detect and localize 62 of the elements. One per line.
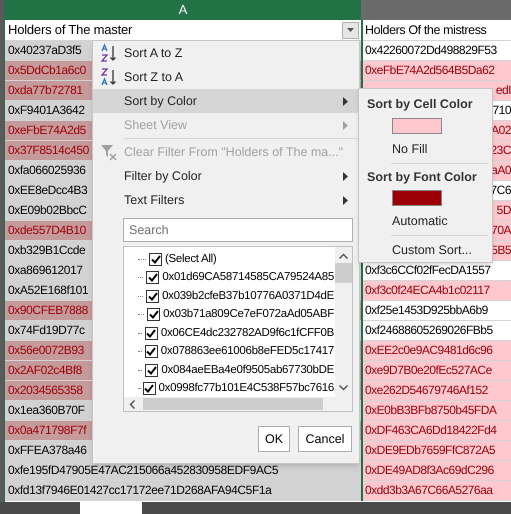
submenu-arrow-icon bbox=[343, 120, 349, 130]
column-heading: Holders of The master bbox=[8, 21, 134, 40]
vertical-scrollbar[interactable] bbox=[335, 247, 352, 397]
search-input[interactable]: Search bbox=[129, 220, 347, 240]
scroll-left-icon[interactable] bbox=[129, 400, 135, 408]
color-swatch[interactable] bbox=[392, 190, 442, 206]
table-cell: 0xdd3b3A67C66A5276aa bbox=[363, 481, 511, 501]
checkbox[interactable] bbox=[144, 345, 158, 358]
check-icon bbox=[146, 328, 156, 338]
scroll-down-icon[interactable] bbox=[339, 385, 348, 391]
table-cell: 0xDE49AD8f3Ac69dC296 bbox=[363, 461, 511, 481]
check-icon bbox=[150, 254, 160, 264]
checkbox[interactable] bbox=[144, 326, 158, 340]
submenu-arrow-icon bbox=[343, 196, 349, 204]
filter-checkbox-item[interactable]: 0x078863ee61006b8eFED5c17417 bbox=[138, 342, 334, 361]
dialog-button[interactable]: Cancel bbox=[298, 426, 352, 452]
table-cell: 0xEE2c0e9AC9481d6c96 bbox=[363, 341, 511, 361]
check-icon bbox=[144, 384, 154, 394]
tree-connector bbox=[138, 258, 146, 260]
check-icon bbox=[148, 310, 159, 320]
table-cell: 0xDF463CA6Dd18422Fd4 bbox=[363, 421, 511, 441]
tree-connector bbox=[138, 370, 142, 371]
filter-checkbox-item[interactable]: 0x03b71a809Ce7eF072aAd05ABF bbox=[138, 306, 334, 324]
menu-item[interactable]: Sort by Color bbox=[93, 89, 359, 113]
sort-ascending-icon bbox=[98, 43, 118, 63]
tree-connector bbox=[138, 296, 144, 297]
horizontal-scrollbar[interactable] bbox=[124, 397, 352, 411]
checkbox[interactable] bbox=[142, 382, 156, 396]
dialog-button[interactable]: OK bbox=[258, 426, 290, 452]
filter-dropdown-button[interactable] bbox=[342, 22, 359, 38]
table-cell: 0xf3c0f24ECA4b1c02117 bbox=[363, 281, 511, 301]
tree-connector bbox=[138, 314, 144, 316]
scrollbar-thumb[interactable] bbox=[335, 263, 352, 283]
checkbox[interactable] bbox=[145, 364, 158, 377]
scroll-up-icon[interactable] bbox=[339, 253, 348, 259]
submenu-arrow-icon bbox=[343, 172, 349, 180]
check-icon bbox=[146, 366, 157, 375]
column-header[interactable]: A bbox=[5, 0, 361, 20]
tree-connector bbox=[138, 332, 142, 334]
check-icon bbox=[148, 273, 158, 282]
checkbox[interactable] bbox=[146, 271, 160, 284]
search-field[interactable]: Search bbox=[123, 218, 353, 242]
check-icon bbox=[148, 292, 158, 301]
clear-filter-icon bbox=[100, 143, 118, 161]
table-cell: 0xeFbE74A2d564B5Da62 bbox=[363, 61, 511, 81]
checkbox[interactable] bbox=[149, 252, 162, 266]
table-cell: 0xDE9EDb7659FfC872A5 bbox=[363, 441, 511, 461]
filter-checkbox-item[interactable]: 0x06CE4dc232782AD9f6c1fCFF0B bbox=[138, 324, 334, 342]
filter-checkbox-item[interactable]: 0x084aeEBa4e0f9505ab67730bDE bbox=[138, 361, 334, 380]
caret-icon bbox=[347, 28, 354, 32]
table-cell: 0xe262D54679746Af152 bbox=[363, 381, 511, 401]
scrollbar-thumb[interactable] bbox=[143, 398, 323, 410]
table-cell: 0xe9D7B0e20fEc527ACe bbox=[363, 361, 511, 381]
submenu-arrow-icon bbox=[343, 96, 349, 106]
color-swatch[interactable] bbox=[392, 118, 442, 134]
sort-descending-icon bbox=[98, 67, 118, 87]
check-icon bbox=[146, 347, 156, 356]
table-cell: 0xE0bB3BFb8750b45FDA bbox=[363, 401, 511, 421]
checkbox[interactable] bbox=[147, 308, 160, 322]
filter-checkbox-item[interactable]: 0x0998fc77b101E4C538F57bc7616 bbox=[138, 380, 334, 398]
checkbox[interactable] bbox=[146, 290, 160, 303]
table-cell: 0xfd13f7946E01427cc17172ee71D268AFA94C5F1a bbox=[5, 481, 361, 501]
